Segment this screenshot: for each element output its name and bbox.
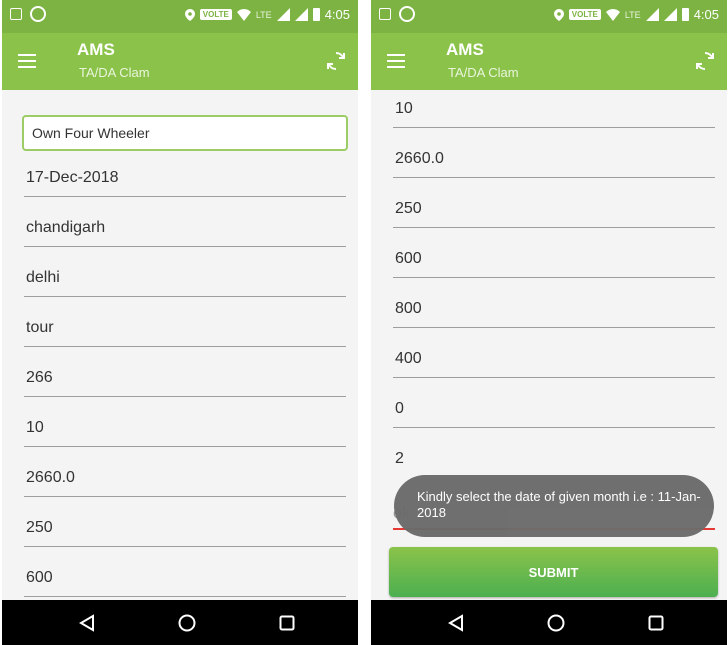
right-phone-screen: VOLTE LTE 4:05 AMS TA/DA Clam 10 2660.0 … — [371, 0, 727, 645]
app-bar: AMS TA/DA Clam — [2, 33, 358, 90]
navigation-bar — [2, 600, 358, 645]
expense-field[interactable]: 2 — [393, 448, 715, 478]
home-nav-icon[interactable] — [526, 600, 586, 645]
location-icon — [184, 8, 195, 21]
volte-badge: VOLTE — [199, 9, 232, 20]
clock: 4:05 — [324, 7, 350, 22]
signal-icon — [663, 8, 677, 21]
signal-icon — [645, 8, 659, 21]
toast-message: Kindly select the date of given month i.… — [394, 475, 714, 537]
app-title: AMS — [77, 40, 115, 59]
menu-icon[interactable] — [387, 54, 405, 68]
app-title: AMS — [446, 40, 484, 59]
vehicle-type-select[interactable]: Own Four Wheeler — [22, 115, 348, 151]
rate-field[interactable]: 10 — [24, 417, 346, 447]
expense-field[interactable]: 600 — [393, 248, 715, 278]
purpose-field[interactable]: tour — [24, 317, 346, 347]
wifi-icon — [605, 8, 620, 21]
lte-label: LTE — [255, 9, 272, 20]
navigation-bar — [371, 600, 727, 645]
whatsapp-notification-icon — [399, 6, 415, 22]
submit-button[interactable]: SUBMIT — [389, 547, 718, 597]
distance-field[interactable]: 266 — [24, 367, 346, 397]
signal-icon — [276, 8, 290, 21]
date-field[interactable]: 17-Dec-2018 — [24, 167, 346, 197]
expense-field[interactable]: 600 — [24, 567, 346, 597]
home-nav-icon[interactable] — [157, 600, 217, 645]
image-notification-icon — [10, 8, 22, 20]
rate-field[interactable]: 10 — [393, 98, 715, 128]
to-city-field[interactable]: delhi — [24, 267, 346, 297]
expense-field[interactable]: 800 — [393, 298, 715, 328]
expense-field[interactable]: 250 — [393, 198, 715, 228]
recents-nav-icon[interactable] — [257, 600, 317, 645]
location-icon — [553, 8, 564, 21]
signal-icon — [294, 8, 308, 21]
battery-icon — [312, 8, 320, 21]
app-subtitle: TA/DA Clam — [79, 65, 150, 80]
sync-icon[interactable] — [693, 49, 717, 73]
amount-field[interactable]: 2660.0 — [393, 148, 715, 178]
lte-label: LTE — [624, 9, 641, 20]
back-nav-icon[interactable] — [57, 600, 117, 645]
sync-icon[interactable] — [324, 49, 348, 73]
app-bar: AMS TA/DA Clam — [371, 33, 727, 90]
amount-field[interactable]: 2660.0 — [24, 467, 346, 497]
back-nav-icon[interactable] — [426, 600, 486, 645]
recents-nav-icon[interactable] — [626, 600, 686, 645]
status-bar: VOLTE LTE 4:05 — [2, 0, 358, 33]
from-city-field[interactable]: chandigarh — [24, 217, 346, 247]
image-notification-icon — [379, 8, 391, 20]
menu-icon[interactable] — [18, 54, 36, 68]
whatsapp-notification-icon — [30, 6, 46, 22]
clock: 4:05 — [693, 7, 719, 22]
expense-field[interactable]: 400 — [393, 348, 715, 378]
wifi-icon — [236, 8, 251, 21]
left-phone-screen: VOLTE LTE 4:05 AMS TA/DA Clam Own Four W… — [2, 0, 358, 645]
expense-field[interactable]: 0 — [393, 398, 715, 428]
battery-icon — [681, 8, 689, 21]
app-subtitle: TA/DA Clam — [448, 65, 519, 80]
status-bar: VOLTE LTE 4:05 — [371, 0, 727, 33]
expense-field[interactable]: 250 — [24, 517, 346, 547]
volte-badge: VOLTE — [568, 9, 601, 20]
